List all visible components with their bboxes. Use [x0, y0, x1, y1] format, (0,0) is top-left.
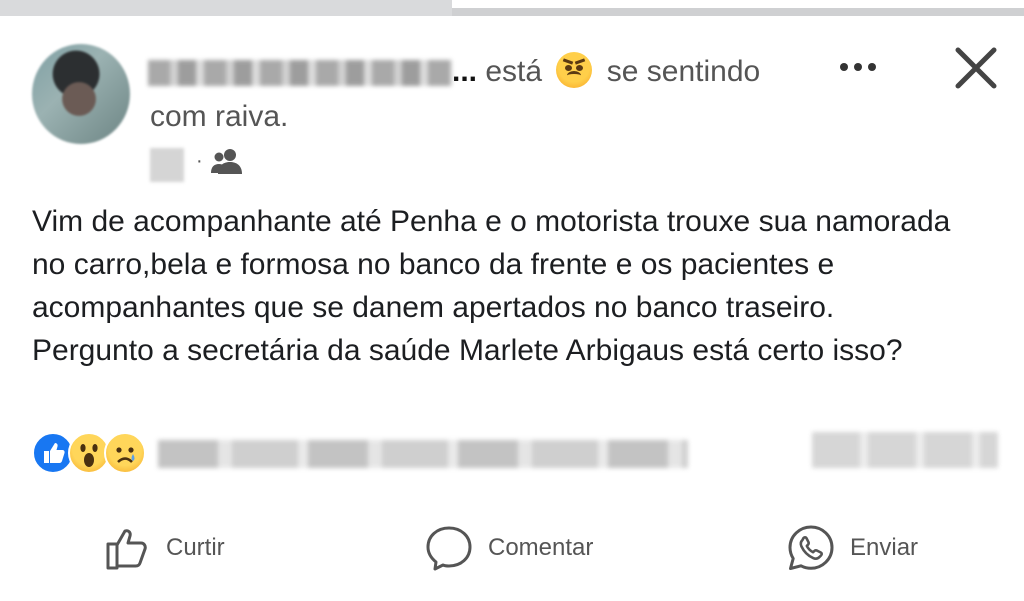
top-bar-left: [0, 0, 452, 16]
whatsapp-icon: [788, 525, 834, 570]
angry-face-emoji-icon: [556, 52, 593, 88]
comment-button[interactable]: Comentar: [424, 520, 593, 576]
post-paragraph: Vim de acompanhante até Penha e o motori…: [32, 205, 951, 324]
feeling-text: com raiva.: [150, 100, 289, 133]
reaction-summary[interactable]: [32, 432, 150, 474]
meta-separator: ·: [196, 150, 203, 172]
author-name-ellipsis: ...: [452, 55, 478, 88]
author-name-redacted[interactable]: [148, 60, 452, 86]
avatar[interactable]: [32, 44, 130, 144]
top-bar-right: [452, 8, 1024, 16]
like-button-label: Curtir: [166, 534, 225, 561]
sad-reaction-icon: [104, 432, 146, 474]
friends-icon[interactable]: [210, 146, 244, 176]
like-button[interactable]: Curtir: [104, 520, 225, 576]
author-feeling-line: ... está se sentindo: [452, 52, 760, 89]
send-button-label: Enviar: [850, 534, 919, 561]
reactor-names-redacted[interactable]: [158, 440, 688, 468]
feeling-suffix: se sentindo: [606, 55, 761, 88]
comment-icon: [426, 526, 472, 571]
feeling-prefix: está: [485, 55, 543, 88]
comments-count-redacted[interactable]: [812, 432, 998, 468]
post-body: Vim de acompanhante até Penha e o motori…: [32, 200, 992, 372]
post-time-redacted[interactable]: [150, 148, 184, 182]
close-icon[interactable]: [952, 44, 1000, 92]
thumbs-up-icon: [106, 529, 147, 570]
more-options-icon[interactable]: [832, 52, 884, 82]
comment-button-label: Comentar: [488, 534, 594, 561]
post-paragraph: Pergunto a secretária da saúde Marlete A…: [32, 334, 903, 367]
send-button[interactable]: Enviar: [786, 520, 918, 576]
